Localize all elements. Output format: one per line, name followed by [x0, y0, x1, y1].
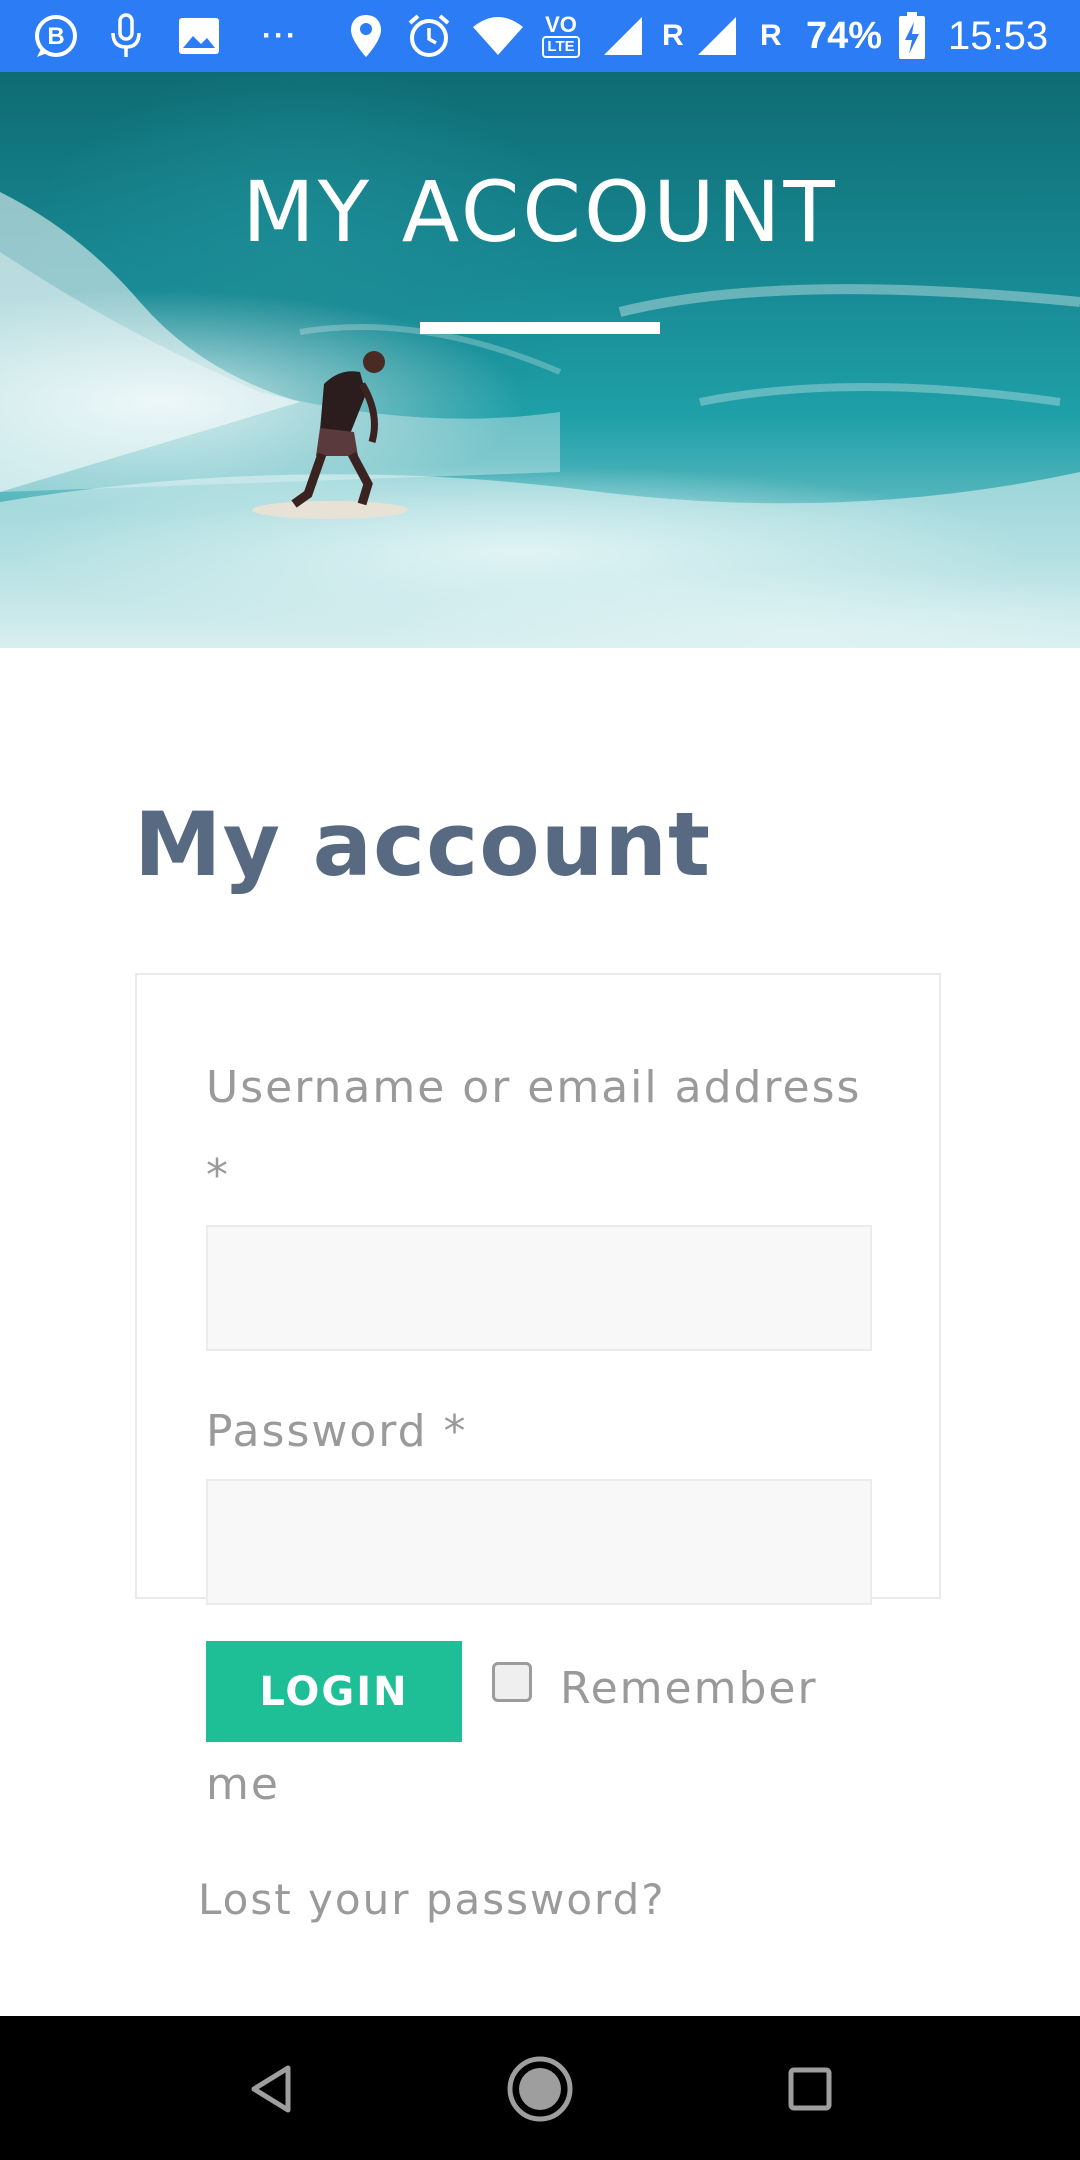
volte-text: VO	[545, 12, 577, 37]
remember-me-checkbox[interactable]	[492, 1662, 532, 1702]
surfer-figure	[252, 351, 408, 519]
status-bar: B ··· VO LTE R R 74% 15:53	[0, 0, 1080, 72]
recents-icon[interactable]	[775, 2054, 845, 2124]
required-mark: *	[206, 1150, 230, 1201]
network-r-label: R	[662, 19, 684, 52]
wave-image	[0, 192, 1080, 648]
username-label: Username or email address *	[206, 1044, 886, 1220]
signal-icon	[694, 8, 740, 64]
back-icon[interactable]	[236, 2054, 306, 2124]
lte-text: LTE	[542, 36, 580, 58]
battery-charging-icon	[894, 8, 930, 64]
location-icon	[346, 8, 386, 64]
svg-text:B: B	[47, 23, 64, 50]
page-title: My account	[134, 793, 712, 896]
hero-title: MY ACCOUNT	[242, 163, 838, 261]
password-label-text: Password	[206, 1406, 428, 1457]
microphone-icon	[104, 8, 148, 64]
hero-divider	[420, 322, 660, 334]
home-icon[interactable]	[505, 2054, 575, 2124]
image-icon	[174, 8, 224, 64]
username-label-text: Username or email address	[206, 1062, 862, 1113]
alarm-icon	[404, 8, 454, 64]
password-input[interactable]	[206, 1479, 872, 1605]
login-button[interactable]: LOGIN	[206, 1641, 462, 1742]
password-label: Password *	[206, 1388, 886, 1476]
battery-percent: 74%	[806, 14, 883, 57]
signal-icon	[600, 8, 646, 64]
clock: 15:53	[948, 13, 1049, 58]
username-input[interactable]	[206, 1225, 872, 1351]
b-circle-icon: B	[30, 8, 82, 64]
lost-password-link[interactable]: Lost your password?	[198, 1860, 666, 1940]
more-icon: ···	[262, 19, 298, 52]
network-r-label: R	[760, 19, 782, 52]
volte-icon: VO LTE	[532, 8, 590, 64]
hero-banner: MY ACCOUNT	[0, 72, 1080, 648]
required-mark: *	[443, 1406, 468, 1457]
navigation-bar	[0, 2016, 1080, 2160]
wifi-icon	[470, 8, 526, 64]
